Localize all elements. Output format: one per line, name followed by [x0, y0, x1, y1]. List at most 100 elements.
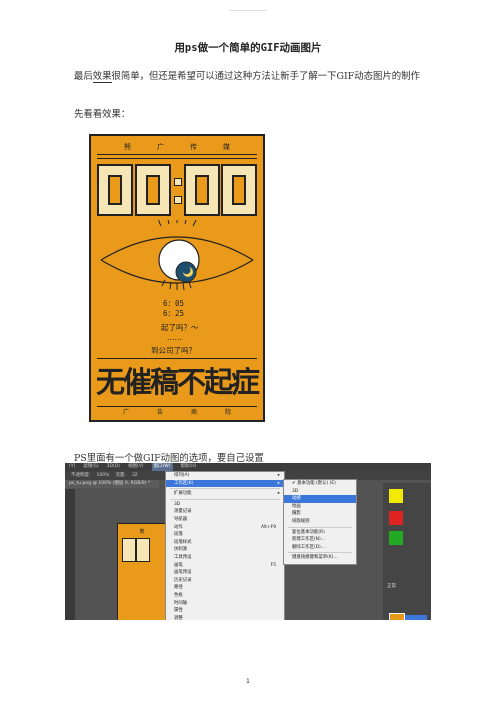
menu-item[interactable]: 扩展功能 ▸ [166, 490, 284, 498]
menu-item-label: 画笔预设 [174, 570, 192, 576]
workspace-submenu: ✔ 基本功能 (默认) (E) 3D 动感 绘画摄影 排版规则复位基本功能(R) 新建工作… [283, 479, 357, 565]
menu-item-label: 导航器 [174, 516, 188, 522]
opacity-value[interactable]: 100% [97, 471, 110, 480]
menu-item-label: 段落 [174, 532, 183, 538]
menu-item[interactable]: 复位基本功能(R) [284, 529, 356, 537]
ps-menu-item[interactable]: 帮助(H) [181, 463, 197, 471]
menu-item-label: 排版规则 [292, 518, 310, 524]
intro-text-b: 很简单，但还是希望可以通过这种方法让新手了解一下GIF动态图片的制作 [111, 71, 420, 82]
menu-item-label: 删除工作区(D)... [292, 544, 325, 550]
menu-item[interactable]: 键盘快捷键和菜单(K)... [284, 554, 356, 562]
time-line: 6：05 [163, 299, 185, 308]
menu-item-label: 新建工作区(N)... [292, 537, 325, 543]
poster-top-char: 媒 [223, 143, 230, 151]
preview-paragraph: 先看看效果： [74, 109, 131, 120]
color-swatch[interactable] [389, 531, 403, 545]
menu-item-label: 工具预设 [174, 554, 192, 560]
ps-menu-item[interactable]: 3D(D) [107, 463, 120, 471]
layer-selected[interactable] [405, 615, 427, 620]
poster-top-char: 传 [190, 143, 197, 151]
menu-item[interactable]: 摄影 [284, 510, 356, 518]
menu-item-label: 历史记录 [174, 577, 192, 583]
poster-top-char: 广 [157, 143, 164, 151]
menu-item-label: 仿制源 [174, 547, 188, 553]
menu-item[interactable]: 属性 [166, 607, 284, 615]
flow-value[interactable]: 32 [132, 471, 138, 480]
menu-item-label: 扩展功能 [174, 491, 192, 497]
menu-item[interactable]: 工作区(K) ▸ [166, 479, 284, 488]
menu-item[interactable]: 排列(A) ▸ [166, 472, 284, 480]
menu-item[interactable]: 历史记录 [166, 577, 284, 585]
poster-image: 熊 广 传 媒 6：05 6：25 起了吗？～ …… 到公司了吗？ 无催稿不起症… [89, 134, 265, 422]
opacity-label: 不透明度: [71, 473, 91, 478]
poster-rule [97, 158, 257, 159]
menu-item[interactable]: 动感 [284, 495, 356, 503]
clock-digit [183, 164, 220, 216]
submenu-arrow-icon: ▸ [277, 491, 280, 497]
clock-digit [221, 164, 257, 216]
fg-color-swatch[interactable] [389, 489, 403, 503]
menu-separator [288, 526, 352, 528]
submenu-arrow-icon: ▸ [277, 473, 280, 478]
menu-item[interactable]: ✔ 基本功能 (默认) (E) [284, 480, 356, 488]
menu-item[interactable]: 画笔预设 [166, 569, 284, 577]
right-panels: 正常 [383, 483, 431, 620]
page-footer: 1 [0, 677, 496, 685]
menu-item[interactable]: 3D [166, 501, 284, 509]
menu-item-label: 绘画 [292, 503, 301, 509]
color-swatch[interactable] [389, 511, 403, 525]
menu-item[interactable]: 3D [284, 488, 356, 496]
menu-separator [288, 552, 352, 554]
menu-item[interactable]: 路径 [166, 584, 284, 592]
header-rule [230, 10, 266, 11]
document-tab[interactable]: ps_tu.png @ 100% (图层 0, RGB/8) * [65, 480, 159, 488]
poster-slogan: 无催稿不起症 [95, 365, 260, 399]
poster-question-2: 到公司了吗？ [151, 346, 196, 355]
menu-item[interactable]: 段落样式 [166, 539, 284, 547]
clock-colon [172, 164, 182, 216]
poster-rule [97, 154, 257, 155]
menu-item[interactable]: 调整 [166, 615, 284, 620]
ps-menu-item-window[interactable]: 窗口(W) [151, 463, 173, 471]
clock-digit [134, 164, 171, 216]
menu-item[interactable]: 删除工作区(D)... [284, 544, 356, 552]
canvas-top-char: 熊 [139, 529, 145, 535]
menu-item[interactable]: 色板 [166, 592, 284, 600]
menu-item-label: 画笔 [174, 562, 183, 568]
menu-item[interactable]: 排版规则 [284, 518, 356, 526]
menu-item-label: 动作 [174, 524, 183, 530]
ps-canvas: 熊 [117, 523, 167, 620]
menu-item-label: 调整 [174, 615, 183, 620]
poster-top-char: 熊 [124, 143, 131, 151]
menu-item-label: 属性 [174, 608, 183, 614]
poster-bottom-char: 广 [122, 409, 129, 416]
menu-item[interactable]: 新建工作区(N)... [284, 536, 356, 544]
keyword-link[interactable]: 效果 [92, 71, 112, 83]
blend-mode-label[interactable]: 正常 [387, 583, 396, 589]
ps-menu-item[interactable]: (Y) [69, 463, 75, 471]
menu-item[interactable]: 动作 Alt+F9 [166, 524, 284, 532]
ps-menu-item[interactable]: 视图(V) [128, 463, 144, 471]
menu-item[interactable]: 工具预设 [166, 554, 284, 562]
menu-item[interactable]: 仿制源 [166, 546, 284, 554]
submenu-arrow-icon: ▸ [277, 480, 280, 486]
menu-item[interactable]: 画笔 F5 [166, 562, 284, 570]
page-number: 1 [245, 677, 251, 685]
menu-item-label: 路径 [174, 585, 183, 591]
menu-shortcut: Alt+F9 [261, 524, 276, 530]
ps-menu-item[interactable]: 滤镜(S) [83, 463, 98, 471]
menu-item[interactable]: 绘画 [284, 503, 356, 511]
menu-item-label: 摄影 [292, 511, 301, 517]
poster-bottom-text: 广 告 病 院 [91, 407, 263, 416]
menu-item[interactable]: 时间轴 [166, 600, 284, 608]
menu-item[interactable]: 测量记录 [166, 508, 284, 516]
menu-item[interactable]: 段落 [166, 531, 284, 539]
poster-times: 6：05 6：25 [163, 299, 184, 319]
photoshop-screenshot: (Y) 滤镜(S) 3D(D) 视图(V) 窗口(W) 帮助(H) 不透明度: … [65, 463, 431, 620]
menu-item-label: 排列(A) [174, 473, 190, 478]
poster-bottom-char: 病 [190, 409, 197, 416]
poster-bottom-char: 告 [156, 409, 163, 416]
layer-thumb[interactable] [389, 613, 405, 620]
menu-item[interactable]: 导航器 [166, 516, 284, 524]
eye-illustration [100, 220, 254, 291]
